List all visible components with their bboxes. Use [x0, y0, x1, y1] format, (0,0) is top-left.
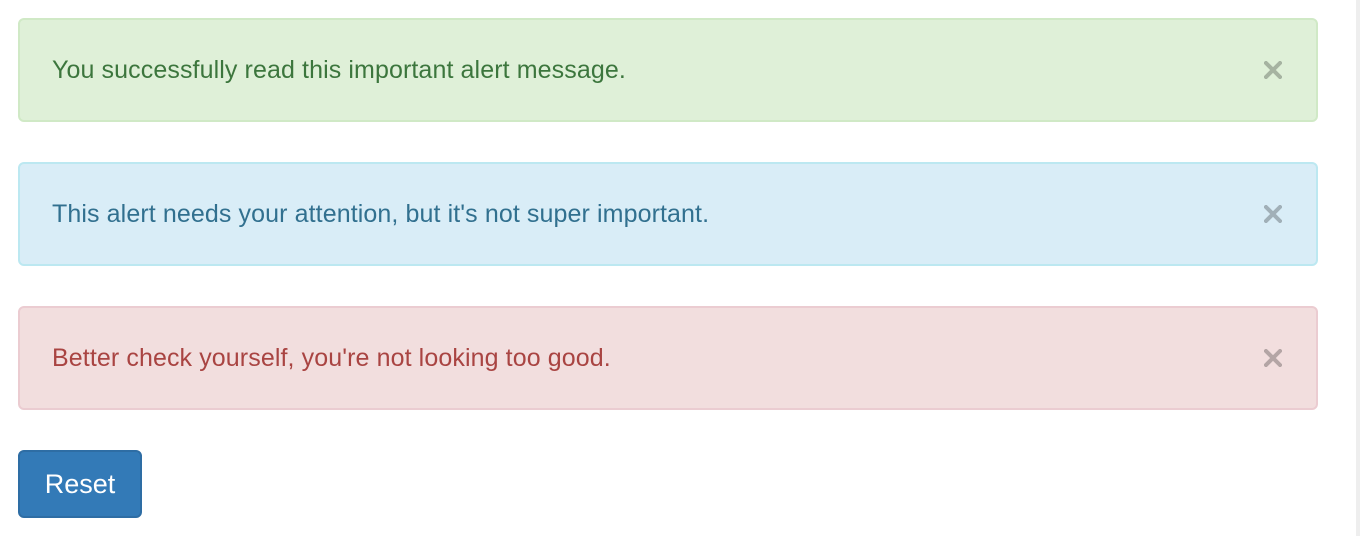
alert-danger: Better check yourself, you're not lookin…: [18, 306, 1318, 410]
alert-info: This alert needs your attention, but it'…: [18, 162, 1318, 266]
close-icon: [1264, 349, 1282, 367]
alert-info-close-button[interactable]: [1258, 199, 1288, 229]
alert-info-message: This alert needs your attention, but it'…: [52, 200, 710, 228]
alert-success-close-button[interactable]: [1258, 55, 1288, 85]
close-icon: [1264, 205, 1282, 223]
alert-success-message: You successfully read this important ale…: [52, 56, 626, 84]
close-icon: [1264, 61, 1282, 79]
alert-danger-message: Better check yourself, you're not lookin…: [52, 344, 611, 372]
scrollbar-track: [1356, 0, 1360, 536]
alert-success: You successfully read this important ale…: [18, 18, 1318, 122]
page: You successfully read this important ale…: [0, 0, 1360, 536]
reset-button[interactable]: Reset: [18, 450, 142, 518]
alert-danger-close-button[interactable]: [1258, 343, 1288, 373]
